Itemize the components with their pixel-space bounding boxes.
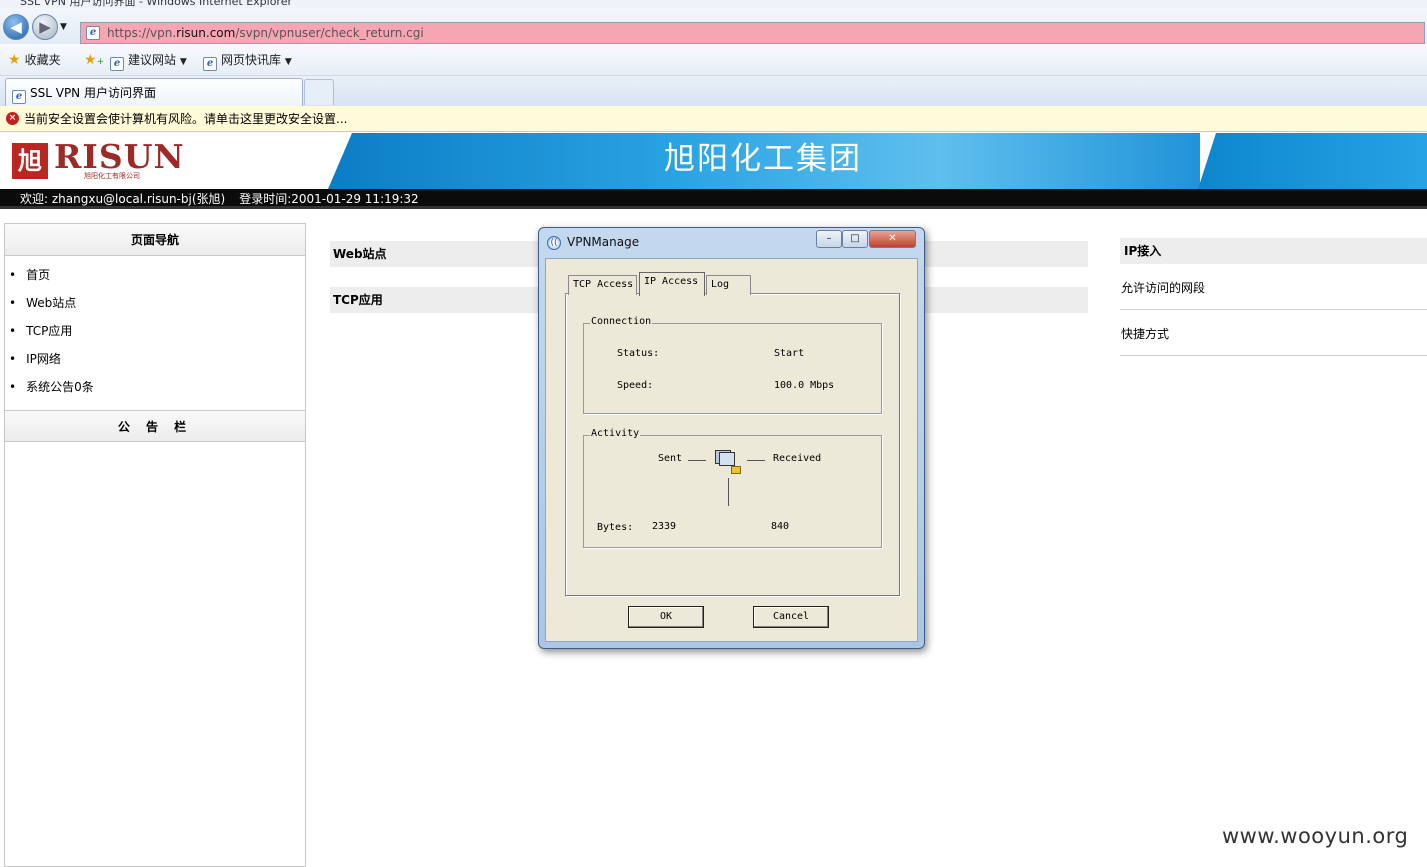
login-time: 登录时间:2001-01-29 11:19:32 [239,192,419,206]
close-icon[interactable]: ✕ [869,230,916,248]
welcome-bar: 欢迎: zhangxu@local.risun-bj(张旭) 登录时间:2001-… [0,189,1427,209]
left-navigation: 页面导航 首页 Web站点 TCP应用 IP网络 系统公告0条 公 告 栏 [4,223,306,867]
browser-tab-row: e SSL VPN 用户访问界面 [0,76,1427,106]
chevron-down-icon: ▼ [284,57,292,67]
risun-logo-icon: 旭 [12,143,48,179]
sent-label: Sent [658,453,683,464]
suggested-sites-link[interactable]: e 建议网站 ▼ [110,51,187,71]
tab-panel: Connection Status: Start Speed: 100.0 Mb… [565,293,901,597]
network-plug-icon [731,466,741,474]
cancel-button[interactable]: Cancel [753,606,829,628]
address-prefix: https://vpn. [107,26,177,40]
vpn-app-icon: (( [547,236,561,250]
forward-arrow-icon[interactable]: ▶ [32,14,58,40]
browser-tab-active[interactable]: e SSL VPN 用户访问界面 [5,78,303,106]
bytes-sent: 2339 [652,521,677,532]
activity-group: Activity Sent Received Bytes: 2339 840 [583,428,882,548]
dialog-title: VPNManage [567,235,640,249]
nav-item-tcp[interactable]: TCP应用 [9,322,305,350]
web-slice-link[interactable]: e 网页快讯库 ▼ [203,51,292,71]
vpnmanage-dialog: (( VPNManage – □ ✕ Connection Status: St… [538,227,925,649]
nav-list: 首页 Web站点 TCP应用 IP网络 系统公告0条 [5,256,305,410]
received-label: Received [773,453,822,464]
ie-page-icon: e [86,26,100,40]
address-path: /svpn/vpnuser/check_return.cgi [235,26,424,40]
ie-page-icon: e [110,57,124,71]
ie-page-icon: e [203,57,217,71]
history-dropdown-icon[interactable]: ▼ [60,22,67,32]
ok-button[interactable]: OK [628,606,704,628]
security-warning-bar[interactable]: × 当前安全设置会使计算机有风险。请单击这里更改安全设置... [0,106,1427,132]
connection-label: Connection [590,316,653,327]
add-favorite-icon[interactable]: ★+ [84,51,104,71]
right-column: IP接入 允许访问的网段 快捷方式 [1120,238,1427,356]
back-arrow-icon[interactable]: ◀ [3,14,29,40]
browser-nav-row: ◀ ▶ ▼ e https://vpn.risun.com/svpn/vpnuse… [0,8,1427,44]
speed-value: 100.0 Mbps [774,380,835,391]
tab-ip-access[interactable]: IP Access [639,272,705,296]
shortcuts-link[interactable]: 快捷方式 [1120,310,1427,356]
watermark: www.wooyun.org [1222,824,1409,848]
chevron-down-icon: ▼ [179,57,187,67]
nav-item-ip[interactable]: IP网络 [9,350,305,378]
address-bar[interactable]: e https://vpn.risun.com/svpn/vpnuser/chec… [80,22,1425,44]
maximize-icon[interactable]: □ [842,230,868,248]
new-tab-button[interactable] [304,79,334,105]
shield-icon: × [6,112,19,125]
bytes-received: 840 [771,521,790,532]
banner-graphic-right [1198,133,1427,189]
computer-icon [719,452,735,466]
ip-access-header: IP接入 [1120,238,1427,264]
banner-title: 旭阳化工集团 [664,141,862,177]
favorites-bar: ★ 收藏夹 ★+ e 建议网站 ▼ e 网页快讯库 ▼ [0,44,1427,76]
nav-item-home[interactable]: 首页 [9,266,305,294]
logo-subtitle: 旭阳化工有限公司 [84,172,140,180]
window-titlebar: SSL VPN 用户访问界面 - Windows Internet Explor… [0,0,1427,8]
status-value: Start [774,348,805,359]
bytes-label: Bytes: [597,522,634,533]
connection-group: Connection Status: Start Speed: 100.0 Mb… [583,316,882,414]
allowed-segments-link[interactable]: 允许访问的网段 [1120,264,1427,310]
address-host: risun.com [176,26,236,40]
nav-item-notices[interactable]: 系统公告0条 [9,378,305,406]
welcome-text: 欢迎: zhangxu@local.risun-bj(张旭) [20,192,226,206]
nav-header: 页面导航 [5,224,305,256]
nav-item-web[interactable]: Web站点 [9,294,305,322]
activity-label: Activity [590,428,641,439]
window-title: SSL VPN 用户访问界面 - Windows Internet Explor… [20,0,293,8]
minimize-icon[interactable]: – [816,230,842,248]
board-header: 公 告 栏 [5,410,305,442]
ie-page-icon: e [12,90,26,104]
site-banner: 旭 RISUN 旭阳化工有限公司 旭阳化工集团 [0,133,1427,189]
status-label: Status: [617,348,660,359]
dialog-client: Connection Status: Start Speed: 100.0 Mb… [545,258,918,642]
tab-tcp-access[interactable]: TCP Access [568,275,637,295]
star-icon: ★ [8,52,21,68]
speed-label: Speed: [617,380,654,391]
favorites-button[interactable]: ★ 收藏夹 [8,51,61,69]
tab-log[interactable]: Log [706,275,751,295]
